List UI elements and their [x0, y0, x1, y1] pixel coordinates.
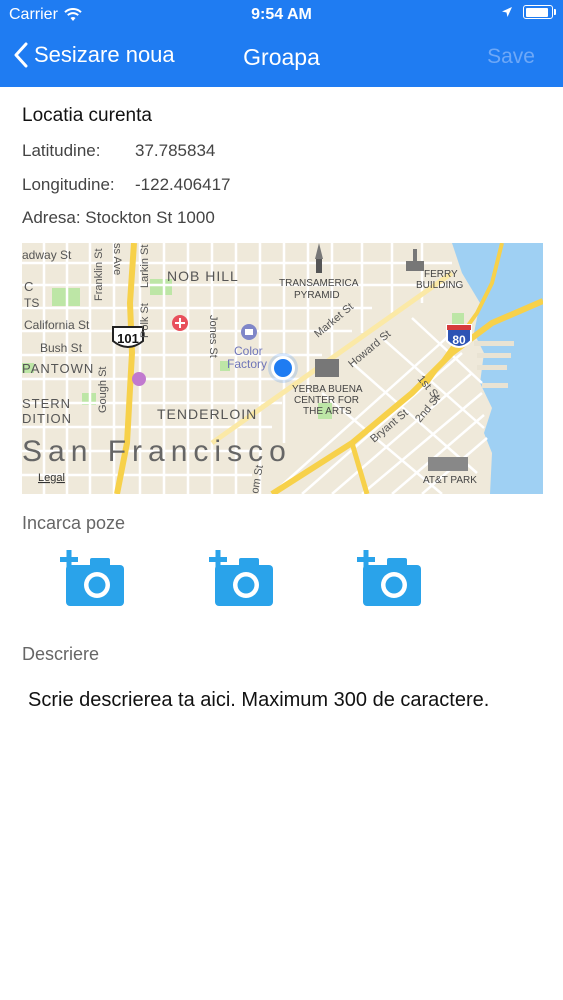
- map-label-ts: TS: [24, 296, 39, 310]
- highway-101-label: 101: [117, 331, 139, 346]
- longitude-value: -122.406417: [135, 175, 231, 194]
- top-bar: Carrier 9:54 AM Sesizare noua Groapa Sav…: [0, 0, 563, 87]
- map-label-c: C: [24, 279, 33, 294]
- map-label-yerba: YERBA BUENA: [292, 384, 363, 395]
- map-label-the-arts: THE ARTS: [303, 406, 352, 417]
- location-map[interactable]: 101 80 adway St NOB HILL TRANSAMERICA PY…: [22, 243, 543, 494]
- map-label-factory: Factory: [227, 357, 267, 371]
- map-city-label: San Francisco: [22, 435, 292, 468]
- latitude-label: Latitudine:: [22, 141, 101, 160]
- highway-80-label: 80: [452, 333, 466, 347]
- map-label-pyramid: PYRAMID: [294, 290, 340, 301]
- map-label-building: BUILDING: [416, 280, 463, 291]
- map-label-att-park: AT&T PARK: [423, 475, 477, 486]
- map-label-gough: Gough St: [97, 367, 109, 413]
- status-time: 9:54 AM: [251, 6, 312, 23]
- location-arrow-icon: [502, 7, 512, 17]
- latitude-value: 37.785834: [135, 141, 216, 160]
- map-label-california: California St: [24, 318, 90, 332]
- status-right: [501, 5, 556, 19]
- add-photo-button-1[interactable]: [60, 549, 124, 607]
- map-canvas: 101 80 adway St NOB HILL TRANSAMERICA PY…: [22, 243, 543, 494]
- map-label-center-for: CENTER FOR: [294, 395, 359, 406]
- map-label-ness-ave: ss Ave: [111, 243, 123, 275]
- add-photo-icon: [357, 550, 421, 606]
- description-label: Descriere: [22, 644, 100, 664]
- add-photo-icon: [60, 550, 124, 606]
- current-location-pin: [274, 359, 292, 377]
- map-label-transamerica: TRANSAMERICA: [279, 278, 359, 289]
- map-label-stern: STERN: [22, 396, 71, 411]
- map-label-tenderloin: TENDERLOIN: [157, 406, 257, 422]
- map-label-bush: Bush St: [40, 341, 83, 355]
- map-label-franklin: Franklin St: [93, 248, 105, 301]
- map-label-polk: Polk St: [139, 303, 151, 338]
- map-label-color: Color: [234, 344, 263, 358]
- add-photo-button-3[interactable]: [357, 549, 421, 607]
- map-legal-link: Legal: [38, 472, 65, 484]
- location-title: Locatia curenta: [22, 105, 152, 126]
- map-label-larkin: Larkin St: [139, 245, 151, 288]
- save-button[interactable]: Save: [487, 45, 535, 69]
- map-label-dition: DITION: [22, 411, 72, 426]
- map-label-ferry: FERRY: [424, 269, 458, 280]
- longitude-label: Longitudine:: [22, 175, 115, 194]
- page-title: Groapa: [243, 44, 320, 70]
- map-label-broadway: adway St: [22, 248, 72, 262]
- add-photo-button-2[interactable]: [209, 549, 273, 607]
- map-label-jones: Jones St: [207, 315, 219, 358]
- longitude-row: Longitudine: -122.406417: [22, 175, 230, 195]
- add-photo-icon: [209, 550, 273, 606]
- photos-label: Incarca poze: [22, 513, 126, 533]
- description-textarea[interactable]: Scrie descrierea ta aici. Maximum 300 de…: [28, 687, 528, 713]
- battery-icon: [523, 5, 556, 19]
- address-row: Adresa: Stockton St 1000: [22, 208, 215, 227]
- navigation-bar: Sesizare noua Groapa Save: [0, 30, 563, 87]
- map-label-nob-hill: NOB HILL: [167, 268, 239, 284]
- status-bar: Carrier 9:54 AM: [0, 0, 563, 30]
- map-label-pantown: PANTOWN: [22, 361, 94, 376]
- latitude-row: Latitudine: 37.785834: [22, 141, 215, 161]
